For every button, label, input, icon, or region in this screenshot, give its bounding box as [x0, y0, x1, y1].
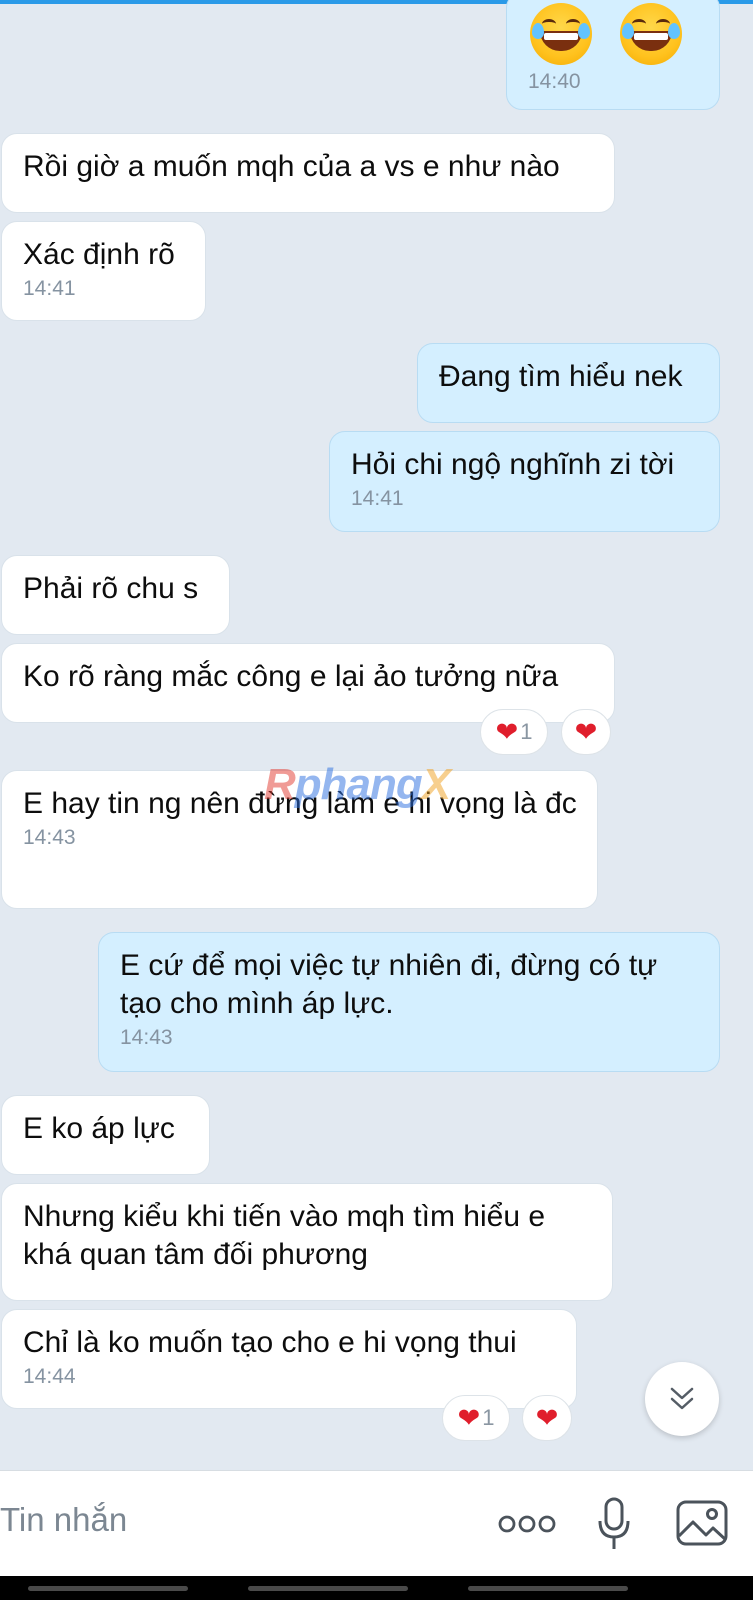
message-bubble-incoming[interactable]: Nhưng kiểu khi tiến vào mqh tìm hiểu e k… — [1, 1183, 613, 1301]
message-text: Xác định rõ — [23, 238, 175, 271]
scroll-to-bottom-button[interactable] — [645, 1362, 719, 1436]
heart-icon: ❤ — [495, 716, 519, 747]
react-heart-button[interactable]: ❤ — [522, 1395, 572, 1441]
message-time: 14:43 — [23, 826, 76, 849]
image-button[interactable] — [674, 1497, 730, 1549]
message-input[interactable]: Tin nhắn — [0, 1501, 127, 1539]
microphone-icon — [598, 1497, 630, 1549]
reaction-summary[interactable]: ❤ 1 — [480, 709, 548, 755]
message-composer: Tin nhắn — [0, 1470, 753, 1577]
reaction-summary[interactable]: ❤ 1 — [442, 1395, 510, 1441]
message-text: Rồi giờ a muốn mqh của a vs e như nào — [23, 150, 560, 183]
message-text: E cứ để mọi việc tự nhiên đi, đừng có tự… — [120, 949, 658, 1020]
heart-icon: ❤ — [457, 1402, 481, 1433]
message-time: 14:44 — [23, 1365, 76, 1388]
message-bubble-outgoing[interactable]: Đang tìm hiểu nek — [417, 343, 720, 423]
face-with-tears-of-joy-icon — [530, 3, 592, 65]
react-heart-button[interactable]: ❤ — [561, 709, 611, 755]
reaction-count: 1 — [482, 1405, 495, 1430]
message-text: E hay tin ng nên đừng làm e hi vọng là đ… — [23, 787, 577, 820]
nav-handle — [28, 1586, 188, 1591]
message-bubble-outgoing[interactable]: E cứ để mọi việc tự nhiên đi, đừng có tự… — [98, 932, 720, 1072]
message-text: Đang tìm hiểu nek — [439, 360, 683, 393]
message-text: Hỏi chi ngộ nghĩnh zi tời — [351, 448, 675, 481]
nav-handle — [248, 1586, 408, 1591]
system-navigation-bar — [0, 1576, 753, 1600]
message-text: E ko áp lực — [23, 1112, 175, 1145]
message-bubble-outgoing[interactable]: 14:40 — [506, 0, 720, 110]
reaction-count: 1 — [520, 719, 533, 744]
message-text: Ko rõ ràng mắc công e lại ảo tưởng nữa — [23, 660, 559, 693]
message-time: 14:41 — [23, 277, 76, 300]
double-chevron-down-icon — [670, 1387, 694, 1410]
image-icon — [676, 1500, 728, 1546]
message-time: 14:41 — [351, 487, 404, 510]
message-time: 14:43 — [120, 1026, 173, 1049]
message-text: Phải rõ chu s — [23, 572, 199, 605]
heart-icon: ❤ — [535, 1402, 559, 1433]
message-bubble-incoming[interactable]: Xác định rõ 14:41 — [1, 221, 206, 321]
face-with-tears-of-joy-icon — [620, 3, 682, 65]
message-bubble-incoming[interactable]: Phải rõ chu s — [1, 555, 230, 635]
heart-icon: ❤ — [574, 716, 598, 747]
message-bubble-incoming[interactable]: E hay tin ng nên đừng làm e hi vọng là đ… — [1, 770, 598, 909]
more-button[interactable] — [496, 1504, 558, 1544]
message-bubble-incoming[interactable]: Rồi giờ a muốn mqh của a vs e như nào — [1, 133, 615, 213]
message-bubble-incoming[interactable]: E ko áp lực — [1, 1095, 210, 1175]
message-time: 14:40 — [528, 70, 581, 93]
voice-button[interactable] — [592, 1495, 636, 1553]
message-text: Nhưng kiểu khi tiến vào mqh tìm hiểu e k… — [23, 1200, 546, 1271]
message-bubble-outgoing[interactable]: Hỏi chi ngộ nghĩnh zi tời 14:41 — [329, 431, 720, 532]
nav-handle — [468, 1586, 628, 1591]
more-dots-icon — [498, 1515, 556, 1533]
emoji-row — [528, 3, 699, 65]
message-text: Chỉ là ko muốn tạo cho e hi vọng thui — [23, 1326, 517, 1359]
message-bubble-incoming[interactable]: Chỉ là ko muốn tạo cho e hi vọng thui 14… — [1, 1309, 577, 1409]
